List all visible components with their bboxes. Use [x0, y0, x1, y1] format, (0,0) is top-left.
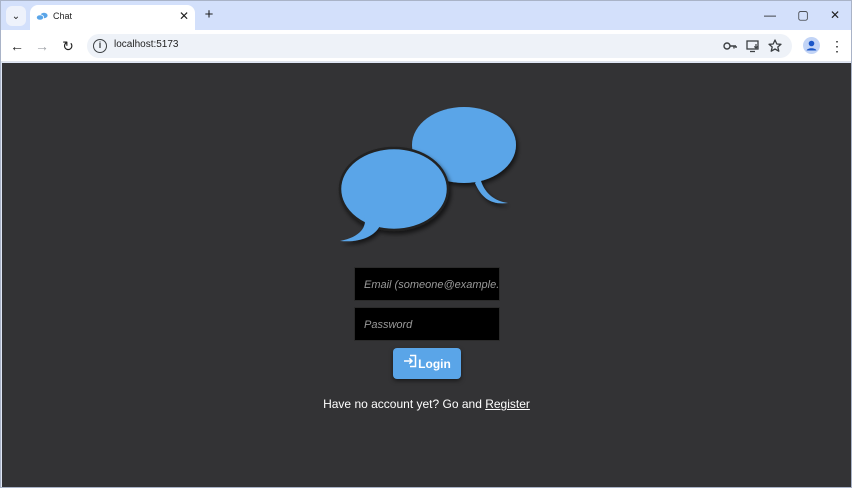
browser-toolbar: ← → ↻ i localhost:5173 ⋮ [1, 30, 851, 62]
close-window-button[interactable]: ✕ [826, 7, 844, 23]
menu-icon[interactable]: ⋮ [830, 37, 844, 55]
password-field[interactable]: Password [354, 307, 500, 341]
forward-button[interactable]: → [32, 36, 52, 56]
bookmark-star-icon[interactable] [767, 38, 783, 54]
tab-strip: ⌄ Chat ✕ + — ▢ ✕ [1, 1, 851, 30]
back-button[interactable]: ← [7, 36, 27, 56]
tab-title: Chat [53, 11, 73, 21]
register-prompt-text: Have no account yet? Go and [323, 397, 486, 411]
tab-chat[interactable]: Chat ✕ [30, 5, 195, 30]
register-prompt: Have no account yet? Go and Register [2, 397, 851, 411]
chat-favicon-icon [36, 12, 48, 21]
login-button[interactable]: Login [393, 348, 461, 379]
reload-button[interactable]: ↻ [58, 36, 78, 56]
chevron-down-icon: ⌄ [11, 10, 21, 22]
url-text[interactable]: localhost:5173 [114, 39, 179, 50]
site-info-icon[interactable]: i [93, 39, 107, 53]
register-link[interactable]: Register [485, 397, 530, 411]
chat-bubbles-icon [338, 107, 516, 242]
minimize-button[interactable]: — [761, 7, 779, 23]
address-bar[interactable]: i localhost:5173 [87, 34, 792, 58]
install-app-icon[interactable] [745, 38, 761, 54]
login-icon [404, 354, 417, 367]
key-icon[interactable] [722, 38, 738, 54]
tab-close-icon[interactable]: ✕ [179, 9, 189, 23]
email-field[interactable]: Email (someone@example.com) [354, 267, 500, 301]
login-label: Login [418, 356, 451, 371]
browser-window: ⌄ Chat ✕ + — ▢ ✕ ← → ↻ i localhost:5173 [0, 0, 852, 488]
profile-icon[interactable] [803, 37, 820, 54]
tab-search-button[interactable]: ⌄ [6, 6, 26, 26]
avatar [806, 40, 817, 51]
maximize-button[interactable]: ▢ [794, 7, 812, 23]
page-viewport: Email (someone@example.com) Password Log… [2, 63, 851, 487]
new-tab-button[interactable]: + [200, 6, 218, 24]
